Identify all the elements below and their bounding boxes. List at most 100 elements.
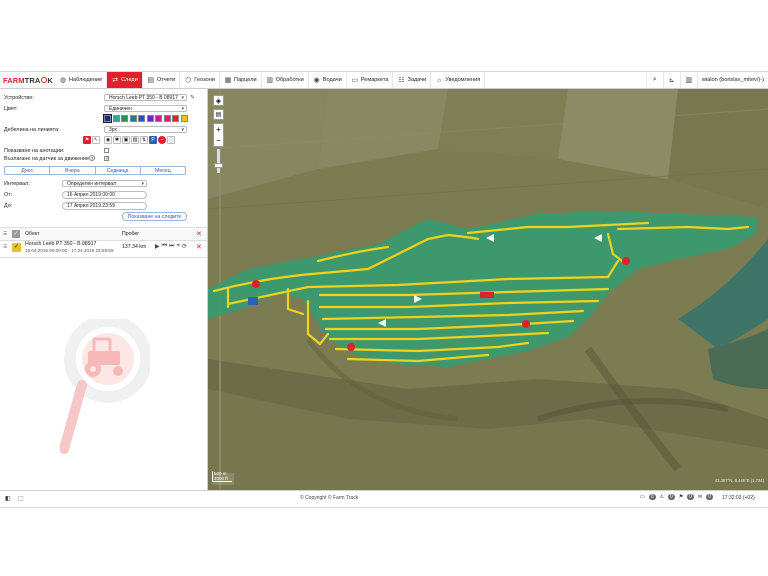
info-marker-icon[interactable]: ⓘ — [167, 136, 175, 144]
interval-select[interactable]: Определен интервал — [62, 180, 147, 187]
tab-week[interactable]: Седмица — [96, 167, 141, 174]
zoom-to-track-icon[interactable]: ⌖ — [176, 243, 179, 250]
nav-item-label: Отчети — [156, 77, 176, 83]
nav-item-label: Уведомления — [445, 77, 481, 83]
satellite-map[interactable] — [208, 89, 768, 490]
color-swatch[interactable] — [180, 115, 188, 122]
color-swatch[interactable] — [163, 115, 171, 122]
events-marker-icon[interactable]: ✱ — [113, 136, 121, 144]
track-label-marker[interactable] — [480, 292, 494, 298]
help-icon[interactable]: ? — [89, 155, 95, 161]
zoom-control: + − — [213, 123, 224, 147]
color-swatch[interactable] — [121, 115, 128, 122]
reports-chart-icon[interactable]: ▥ — [679, 72, 697, 88]
drag-handle-icon[interactable]: ☰ — [3, 231, 7, 237]
messages-icon[interactable]: ▭ — [640, 494, 645, 500]
panel-toggle-icon[interactable]: ◧ — [5, 495, 11, 502]
nav-menu: ◍ Наблюдение ⇄ Следи ▤ Отчети ⬡ Геозони ▦ Парцели… — [55, 72, 486, 88]
logo-farm-text: FARM — [3, 75, 25, 85]
color-swatch[interactable] — [138, 115, 145, 122]
map-view[interactable]: ◈ ▤ + − 500 m 2000 ft 43.387°N, 8.446°E … — [208, 89, 768, 490]
stop-marker[interactable] — [522, 320, 530, 328]
zoom-slider-handle[interactable] — [214, 163, 223, 168]
map-layers-button[interactable]: ▤ — [213, 109, 224, 120]
parking-marker[interactable] — [248, 297, 258, 305]
nav-item-3[interactable]: ⬡ Геозони — [180, 72, 220, 88]
tab-yesterday[interactable]: Вчера — [50, 167, 96, 174]
nav-item-7[interactable]: ▭ Ремаркета — [347, 72, 394, 88]
table-row[interactable]: ☰ ✓ Horsch Leeb PT 350 - В 08917 16.04.2… — [0, 239, 207, 258]
sensors-checkbox[interactable] — [104, 156, 109, 161]
select-all-checkbox[interactable]: ✓ — [12, 230, 20, 238]
from-date-input[interactable]: 16 Април 2019 00:00 — [62, 191, 147, 199]
nav-item-8[interactable]: ☷ Задачи — [393, 72, 432, 88]
farmtrack-logo[interactable]: FARM TRA K — [0, 72, 55, 88]
nav-item-9[interactable]: ☼ Уведомления — [431, 72, 486, 88]
image-marker-icon[interactable]: ▨ — [131, 136, 139, 144]
record-marker-icon[interactable]: ◉ — [104, 136, 112, 144]
layers-icon[interactable]: ◈ — [213, 95, 224, 106]
arrow-marker-icon[interactable]: ↖ — [92, 136, 100, 144]
measure-icon[interactable]: ⊾ — [662, 72, 680, 88]
nav-item-label: Задачи — [407, 77, 427, 83]
row-drag-handle-icon[interactable]: ☰ — [3, 244, 7, 250]
logo-track-end-text: K — [47, 75, 53, 85]
fullscreen-icon[interactable]: ⬚ — [18, 495, 24, 502]
color-swatch[interactable] — [146, 115, 154, 122]
delete-all-icon[interactable]: ✕ — [196, 230, 202, 238]
logo-track-text: TRA — [24, 75, 41, 85]
processing-icon: ▥ — [266, 77, 273, 84]
delete-track-icon[interactable]: ✕ — [196, 243, 202, 251]
alerts-icon[interactable]: ⚠ — [660, 494, 664, 500]
track-checkbox[interactable]: ✓ — [12, 243, 21, 252]
nav-item-2[interactable]: ▤ Отчети — [143, 72, 181, 88]
color-swatch[interactable] — [112, 115, 120, 122]
show-tracks-button[interactable]: Показване на следите — [122, 212, 187, 221]
tab-today[interactable]: Днес — [5, 167, 51, 174]
column-object: Обект — [25, 231, 40, 237]
sensor-marker-icon[interactable]: ▣ — [122, 136, 130, 144]
color-swatch[interactable] — [155, 115, 162, 122]
trip-marker-icon[interactable]: ⇅ — [140, 136, 148, 144]
stop-marker[interactable] — [252, 280, 260, 288]
sensors-label: Възлагане на датчик за движение: — [4, 156, 91, 162]
to-date-input[interactable]: 17 Април 2019 23:59 — [62, 202, 147, 210]
sms-icon[interactable]: ✉ — [698, 494, 702, 500]
search-icon[interactable]: ⌕ — [645, 72, 663, 88]
nav-item-5[interactable]: ▥ Обработки — [262, 72, 309, 88]
color-swatch[interactable] — [172, 115, 179, 122]
annotations-checkbox[interactable] — [104, 148, 109, 153]
nav-item-label: Следи — [121, 77, 138, 83]
stop-marker[interactable] — [622, 257, 630, 265]
stop-marker-icon[interactable]: – — [158, 136, 166, 144]
tab-month[interactable]: Месец — [141, 167, 185, 174]
zoom-in-button[interactable]: + — [214, 124, 223, 135]
parcel-icon: ▦ — [224, 77, 232, 84]
flag-marker-icon[interactable]: ⚑ — [83, 136, 91, 144]
user-name[interactable]: wialon (borislav_mitev/)-) — [696, 72, 768, 88]
color-swatch[interactable] — [103, 114, 112, 123]
map-scale: 500 m 2000 ft — [212, 471, 232, 482]
nav-item-1[interactable]: ⇄ Следи — [107, 72, 143, 88]
play-icon[interactable]: ▶ — [155, 243, 160, 250]
zoom-out-button[interactable]: − — [214, 135, 223, 146]
color-select[interactable]: Единичен — [104, 105, 187, 112]
events-icon[interactable]: ⚑ — [679, 494, 683, 500]
line-width-select[interactable]: 3px — [104, 126, 187, 133]
nav-item-label: Геозони — [194, 77, 215, 83]
nav-item-4[interactable]: ▦ Парцели — [220, 72, 262, 88]
device-settings-icon[interactable]: ✎ — [190, 94, 195, 101]
parking-marker-icon[interactable]: P — [149, 136, 157, 144]
nav-item-0[interactable]: ◍ Наблюдение — [55, 72, 108, 88]
step-forward-icon[interactable]: ⏭ — [169, 243, 174, 250]
driver-icon: ◉ — [313, 77, 320, 84]
step-back-icon[interactable]: ⏮ — [162, 243, 167, 250]
interval-label: Интервал: — [4, 181, 30, 187]
nav-item-6[interactable]: ◉ Водачи — [309, 72, 347, 88]
refresh-icon[interactable]: ⟳ — [182, 243, 187, 250]
color-swatch[interactable] — [129, 115, 137, 122]
stop-marker[interactable] — [347, 343, 355, 351]
zoom-slider[interactable] — [217, 149, 220, 173]
device-select[interactable]: Horsch Leeb PT 350 - В 08917 — [104, 94, 187, 101]
device-row: Устройство: — [4, 95, 34, 101]
